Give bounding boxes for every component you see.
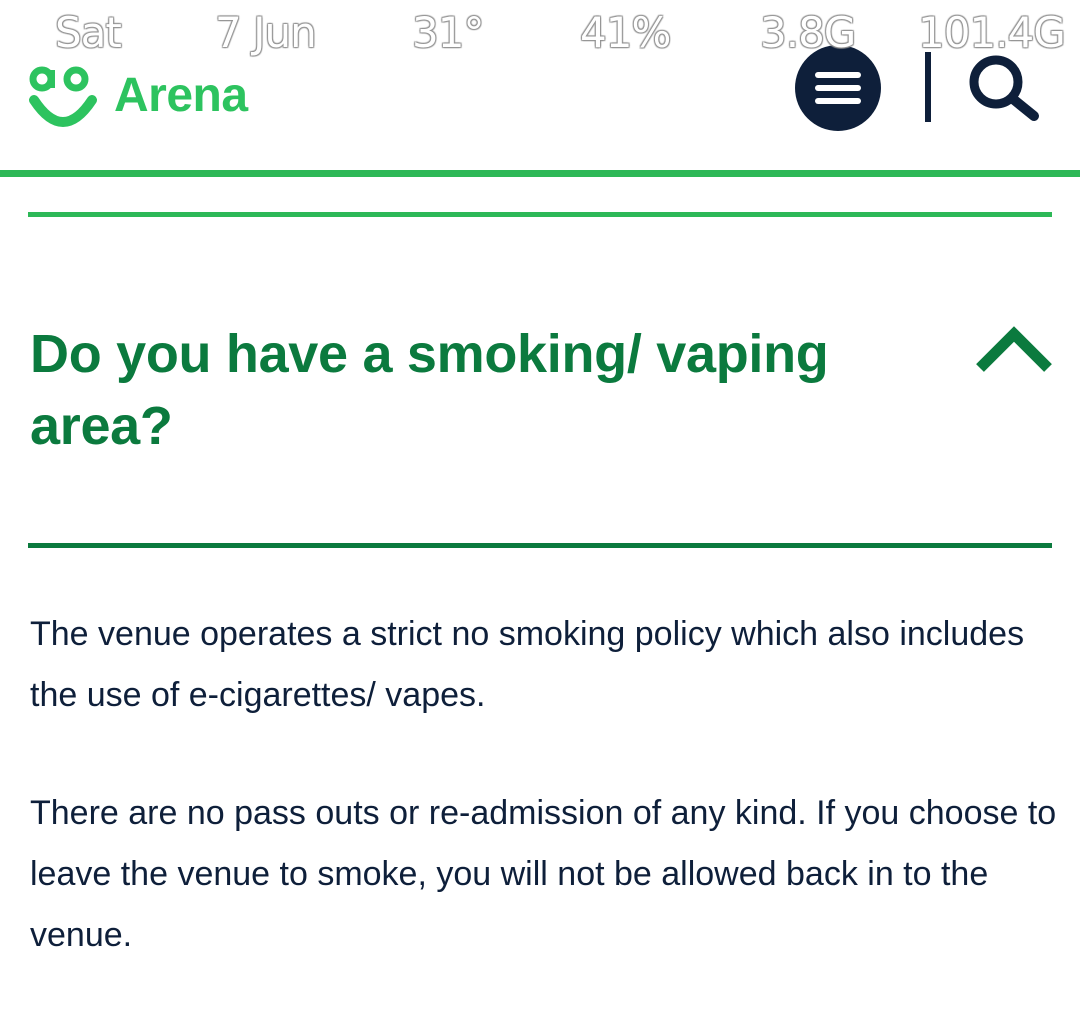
hamburger-menu-icon [815, 72, 861, 104]
ao-logo-icon [29, 66, 97, 127]
faq-question-divider [28, 543, 1052, 548]
chevron-up-icon [976, 326, 1052, 372]
site-header: Arena [0, 0, 1080, 170]
header-divider [925, 52, 931, 122]
search-icon [969, 55, 1039, 121]
header-bottom-rule [0, 170, 1080, 177]
faq-top-divider [28, 212, 1052, 217]
menu-button[interactable] [795, 45, 881, 131]
faq-question-heading: Do you have a smoking/ vaping area? [30, 324, 829, 456]
site-logo-link[interactable]: Arena [28, 66, 288, 136]
faq-answer-paragraph: There are no pass outs or re-admission o… [30, 794, 1057, 954]
faq-answer-paragraph: The venue operates a strict no smoking p… [30, 615, 1025, 714]
search-button[interactable] [962, 50, 1044, 122]
logo-wordmark: Arena [114, 69, 248, 122]
faq-question-toggle[interactable]: Do you have a smoking/ vaping area? [28, 318, 1052, 468]
